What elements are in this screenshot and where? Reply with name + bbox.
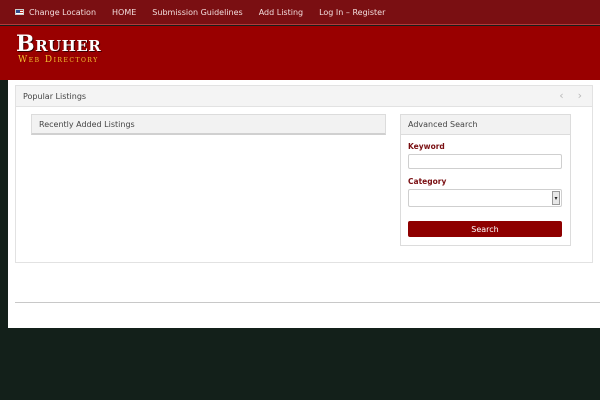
carousel-controls: ‹ › <box>559 90 582 102</box>
dropdown-arrow-icon[interactable]: ▾ <box>552 191 560 205</box>
category-select[interactable]: ▾ <box>408 189 562 207</box>
advanced-search-panel: Advanced Search Keyword Category ▾ Searc… <box>400 114 571 246</box>
nav-add-listing-link[interactable]: Add Listing <box>259 8 303 17</box>
nav-submission-guidelines-link[interactable]: Submission Guidelines <box>152 8 242 17</box>
content-divider <box>15 302 600 303</box>
nav-home-link[interactable]: HOME <box>112 8 136 17</box>
logo-title: Bruher <box>16 31 102 57</box>
popular-listings-header: Popular Listings ‹ › <box>16 86 592 107</box>
us-flag-icon <box>15 9 24 15</box>
keyword-label: Keyword <box>408 142 445 151</box>
main-content: Popular Listings ‹ › Recently Added List… <box>8 80 600 328</box>
site-logo[interactable]: Bruher Web Directory <box>16 33 101 65</box>
popular-listings-panel: Popular Listings ‹ › Recently Added List… <box>15 85 593 263</box>
top-nav: Change Location HOME Submission Guidelin… <box>0 0 600 25</box>
logo-subtitle: Web Directory <box>18 55 99 65</box>
search-button[interactable]: Search <box>408 221 562 237</box>
advanced-search-header: Advanced Search <box>401 115 570 135</box>
nav-login-register-link[interactable]: Log In – Register <box>319 8 385 17</box>
recently-added-panel: Recently Added Listings <box>31 114 386 135</box>
advanced-search-title: Advanced Search <box>408 120 478 129</box>
chevron-left-icon[interactable]: ‹ <box>559 90 563 102</box>
change-location-label: Change Location <box>29 7 97 17</box>
popular-listings-title: Popular Listings <box>23 91 87 101</box>
site-header: Bruher Web Directory <box>0 26 600 80</box>
recently-added-title: Recently Added Listings <box>39 119 135 129</box>
chevron-right-icon[interactable]: › <box>578 90 582 102</box>
category-label: Category <box>408 177 447 186</box>
keyword-input[interactable] <box>408 154 562 169</box>
change-location-link[interactable]: Change Location <box>15 8 96 17</box>
